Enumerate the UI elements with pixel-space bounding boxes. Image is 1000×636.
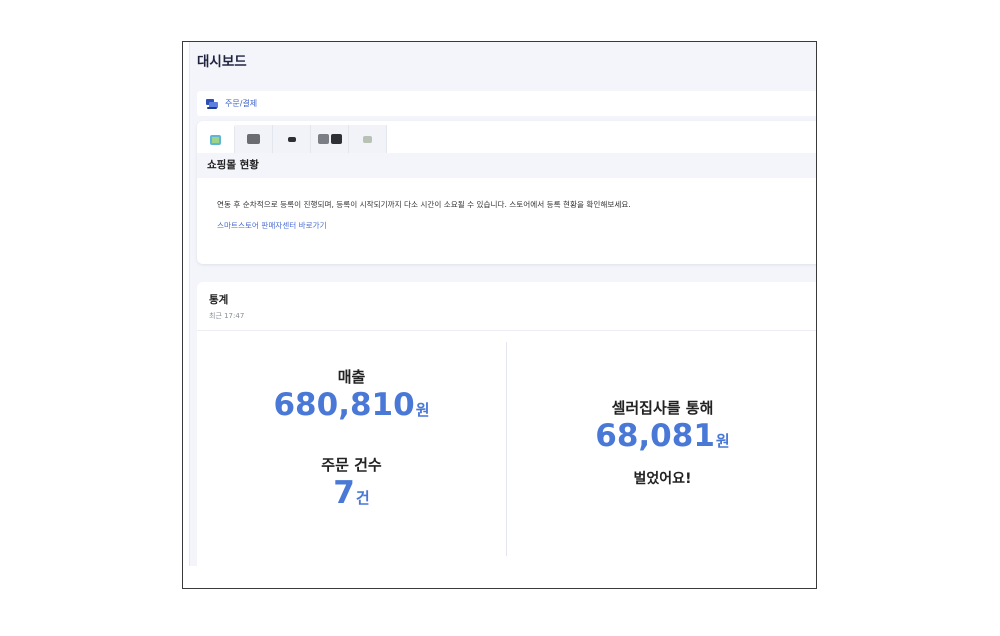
page-title: 대시보드	[197, 54, 247, 70]
sales-unit: 원	[415, 401, 430, 419]
store-logo-icon	[287, 136, 296, 142]
earned-value: 68,081원	[507, 418, 816, 454]
mall-status-title: 쇼핑몰 현황	[197, 153, 816, 178]
store-logo-icon	[363, 135, 372, 143]
store-tab-4[interactable]	[311, 125, 349, 153]
orders-value: 7건	[197, 475, 506, 511]
orders-unit: 건	[355, 489, 370, 507]
stats-updated-time: 최근 17:47	[209, 312, 245, 320]
store-tab-3[interactable]	[273, 125, 311, 153]
store-logo-icon	[247, 134, 260, 144]
app-window: 대시보드 주문/결제 쇼핑몰 현황 연동 후 순차적으로 등록이 진행되며, 등…	[182, 41, 817, 589]
sales-value: 680,810원	[197, 387, 506, 423]
store-logo-icon	[317, 134, 329, 144]
orders-icon	[206, 98, 218, 109]
earned-label: 셀러집사를 통해	[611, 399, 714, 417]
store-logo-icon	[330, 134, 342, 144]
dashboard-content: 대시보드 주문/결제 쇼핑몰 현황 연동 후 순차적으로 등록이 진행되며, 등…	[189, 42, 816, 566]
divider	[197, 330, 816, 331]
seller-center-link[interactable]: 스마트스토어 판매자센터 바로가기	[217, 220, 327, 231]
store-tab-5[interactable]	[349, 125, 387, 153]
orders-count: 7	[333, 475, 355, 511]
mall-status-card: 쇼핑몰 현황 연동 후 순차적으로 등록이 진행되며, 등록이 시작되기까지 다…	[197, 121, 816, 264]
orders-label: 주문 건수	[321, 456, 382, 474]
store-logo-icon	[210, 135, 221, 145]
earned-amount: 68,081	[595, 418, 715, 454]
stats-card: 통계 최근 17:47 매출 680,810원 주문 건수 7건 셀러집사를 통…	[197, 282, 816, 566]
stats-title: 통계	[209, 294, 229, 306]
store-tab-2[interactable]	[235, 125, 273, 153]
store-tab-1[interactable]	[197, 125, 235, 153]
sales-amount: 680,810	[273, 387, 415, 423]
registration-notice: 연동 후 순차적으로 등록이 진행되며, 등록이 시작되기까지 다소 시간이 소…	[217, 200, 631, 209]
earned-unit: 원	[715, 432, 730, 450]
earned-suffix: 벌었어요!	[633, 471, 692, 487]
breadcrumb: 주문/결제	[197, 91, 816, 116]
breadcrumb-label[interactable]: 주문/결제	[225, 98, 257, 109]
store-tabs	[197, 125, 387, 153]
sales-label: 매출	[337, 368, 366, 386]
